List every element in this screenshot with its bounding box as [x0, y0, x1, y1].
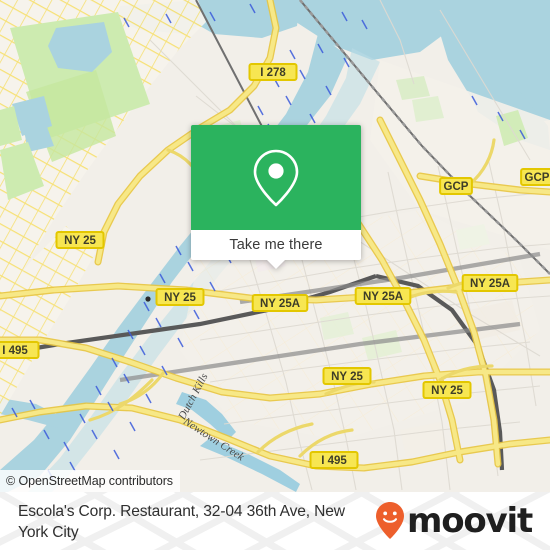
- highway-shield-label: NY 25: [64, 235, 96, 247]
- highway-shield: NY 25A: [251, 294, 309, 312]
- highway-shield: I 495: [309, 451, 359, 469]
- moovit-pin-smiley-icon: [375, 502, 404, 539]
- map-screenshot: Dutch Kills Newtown Creek I 278 GCP GCP NY …: [0, 0, 550, 550]
- attribution-text: © OpenStreetMap contributors: [6, 474, 173, 488]
- popup-image-placeholder: [191, 125, 361, 230]
- highway-shield-label: NY 25A: [363, 291, 403, 303]
- map-pin-icon: [253, 149, 299, 206]
- highway-shield: NY 25: [422, 381, 472, 399]
- highway-shield: I 278: [248, 63, 298, 81]
- take-me-there-label: Take me there: [229, 237, 323, 253]
- highway-shield: GCP: [520, 168, 550, 186]
- highway-shield-label: GCP: [525, 172, 550, 184]
- footer-bar: Escola's Corp. Restaurant, 32-04 36th Av…: [0, 492, 550, 550]
- moovit-logo[interactable]: moovit: [375, 501, 536, 541]
- highway-shield-label: I 278: [260, 67, 286, 79]
- moovit-wordmark: moovit: [406, 501, 533, 541]
- highway-shield: NY 25A: [354, 287, 412, 305]
- highway-shield: GCP: [439, 177, 473, 195]
- highway-shield: I 495: [0, 341, 40, 359]
- highway-shield: NY 25: [55, 231, 105, 249]
- highway-shield-label: GCP: [444, 181, 469, 193]
- highway-shield-label: NY 25: [431, 385, 463, 397]
- highway-shield-label: NY 25: [331, 371, 363, 383]
- popup-pointer-tail: [267, 260, 285, 269]
- highway-shield-label: NY 25: [164, 292, 196, 304]
- place-address-text: Escola's Corp. Restaurant, 32-04 36th Av…: [18, 502, 345, 541]
- map-attribution[interactable]: © OpenStreetMap contributors: [0, 470, 180, 492]
- highway-shield-label: NY 25A: [260, 298, 300, 310]
- popup-action-bar[interactable]: Take me there: [191, 230, 361, 269]
- highway-shield: NY 25: [155, 288, 205, 306]
- highway-shield-label: I 495: [321, 455, 347, 467]
- highway-shield-label: I 495: [2, 345, 28, 357]
- map-popup-card[interactable]: Take me there: [191, 125, 361, 269]
- highway-shield: NY 25: [322, 367, 372, 385]
- highway-shield-label: NY 25A: [470, 278, 510, 290]
- highway-shield: NY 25A: [461, 274, 519, 292]
